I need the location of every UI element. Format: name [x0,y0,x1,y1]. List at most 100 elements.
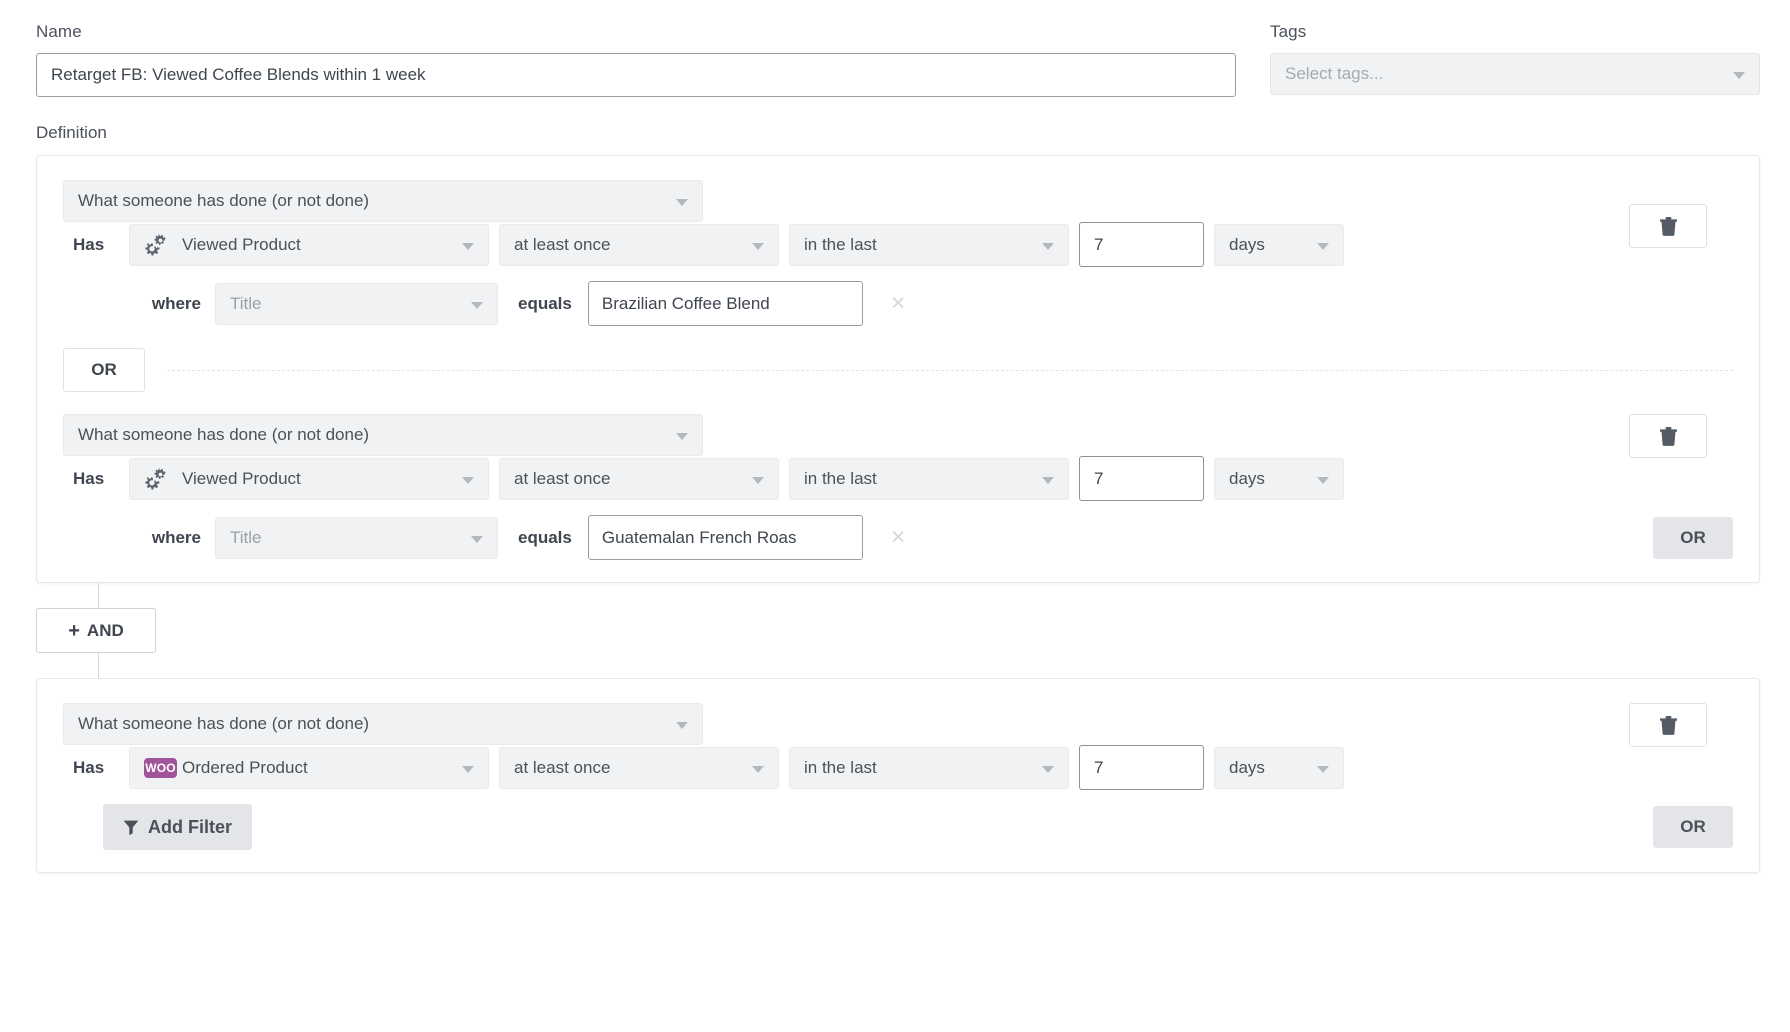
timeframe-unit-select[interactable]: days [1214,224,1344,266]
filter-row: where Title equals Guatemalan French Roa… [63,515,1733,560]
frequency-select[interactable]: at least once [499,747,779,789]
condition-group-card: What someone has done (or not done) Has [36,678,1760,873]
timeframe-select[interactable]: in the last [789,747,1069,789]
condition-block: What someone has done (or not done) Has [63,180,1733,326]
and-label: AND [87,621,124,641]
add-filter-row: Add Filter OR [63,804,1733,850]
remove-filter-icon[interactable]: × [885,525,912,550]
woocommerce-icon: WOO [144,758,177,778]
metric-row: Has WOO Ordered Product at least once in… [63,745,1733,790]
metric-row: Has Viewed Product [63,222,1733,267]
condition-block: What someone has done (or not done) Has [63,414,1733,560]
remove-filter-icon[interactable]: × [885,291,912,316]
has-label: Has [63,469,119,489]
filter-attribute-value: Title [230,294,262,314]
timeframe-value: in the last [804,758,877,778]
timeframe-select[interactable]: in the last [789,458,1069,500]
chevron-down-icon [676,199,688,206]
metric-value: Viewed Product [182,469,301,489]
chevron-down-icon [676,433,688,440]
chevron-down-icon [752,477,764,484]
metric-select[interactable]: Viewed Product [129,224,489,266]
filter-row: where Title equals Brazilian Coffee Blen… [63,281,1733,326]
name-input[interactable]: Retarget FB: Viewed Coffee Blends within… [36,53,1236,97]
timeframe-unit-select[interactable]: days [1214,747,1344,789]
condition-type-value: What someone has done (or not done) [78,191,369,211]
chevron-down-icon [1042,766,1054,773]
frequency-value: at least once [514,235,610,255]
timeframe-amount-input[interactable]: 7 [1079,222,1204,267]
add-filter-button[interactable]: Add Filter [103,804,252,850]
chevron-down-icon [1317,766,1329,773]
metric-row: Has Viewed Product [63,456,1733,501]
add-or-button[interactable]: OR [1653,806,1733,848]
add-filter-label: Add Filter [148,817,232,838]
filter-icon [123,820,139,835]
metric-select[interactable]: WOO Ordered Product [129,747,489,789]
condition-tree: What someone has done (or not done) Has [36,155,1760,873]
where-label: where [113,528,205,548]
chevron-down-icon [1317,477,1329,484]
timeframe-select[interactable]: in the last [789,224,1069,266]
add-or-button[interactable]: OR [1653,517,1733,559]
metric-value: Ordered Product [182,758,308,778]
chevron-down-icon [1317,243,1329,250]
metric-value: Viewed Product [182,235,301,255]
filter-attribute-select[interactable]: Title [215,283,498,325]
filter-attribute-select[interactable]: Title [215,517,498,559]
chevron-down-icon [676,722,688,729]
chevron-down-icon [462,766,474,773]
metric-select[interactable]: Viewed Product [129,458,489,500]
form-top-row: Name Retarget FB: Viewed Coffee Blends w… [0,0,1790,97]
condition-block: What someone has done (or not done) Has [63,703,1733,850]
name-field-group: Name Retarget FB: Viewed Coffee Blends w… [36,22,1236,97]
chevron-down-icon [752,766,764,773]
frequency-select[interactable]: at least once [499,224,779,266]
filter-operator-label: equals [508,294,578,314]
condition-type-row: What someone has done (or not done) [63,703,1733,745]
condition-type-row: What someone has done (or not done) [63,414,1733,456]
tags-placeholder: Select tags... [1285,64,1383,84]
chevron-down-icon [1733,72,1745,79]
segment-definition-page: Name Retarget FB: Viewed Coffee Blends w… [0,0,1790,1032]
or-separator: OR [63,348,1733,392]
tags-select[interactable]: Select tags... [1270,53,1760,95]
timeframe-amount-input[interactable]: 7 [1079,745,1204,790]
condition-type-select[interactable]: What someone has done (or not done) [63,180,703,222]
cogs-icon [144,468,168,490]
filter-attribute-value: Title [230,528,262,548]
filter-value-input[interactable]: Guatemalan French Roas [588,515,863,560]
timeframe-amount-input[interactable]: 7 [1079,456,1204,501]
condition-type-select[interactable]: What someone has done (or not done) [63,414,703,456]
delete-condition-button[interactable] [1629,204,1707,248]
timeframe-value: in the last [804,235,877,255]
add-and-button[interactable]: + AND [36,608,156,653]
name-label: Name [36,22,1236,42]
timeframe-unit-value: days [1229,235,1265,255]
chevron-down-icon [471,536,483,543]
trash-icon [1660,427,1677,446]
chevron-down-icon [752,243,764,250]
chevron-down-icon [1042,477,1054,484]
condition-type-select[interactable]: What someone has done (or not done) [63,703,703,745]
or-dashed-line [167,370,1733,371]
condition-group-card: What someone has done (or not done) Has [36,155,1760,583]
delete-condition-button[interactable] [1629,703,1707,747]
frequency-select[interactable]: at least once [499,458,779,500]
or-button[interactable]: OR [63,348,145,392]
chevron-down-icon [471,302,483,309]
add-filter-wrap: Add Filter [63,804,252,850]
frequency-value: at least once [514,469,610,489]
filter-value-input[interactable]: Brazilian Coffee Blend [588,281,863,326]
tags-field-group: Tags Select tags... [1270,22,1760,97]
tags-label: Tags [1270,22,1760,42]
definition-section: Definition What someone has done (or not… [0,97,1790,873]
condition-type-row: What someone has done (or not done) [63,180,1733,222]
timeframe-unit-select[interactable]: days [1214,458,1344,500]
delete-condition-button[interactable] [1629,414,1707,458]
chevron-down-icon [462,243,474,250]
chevron-down-icon [462,477,474,484]
condition-type-value: What someone has done (or not done) [78,714,369,734]
timeframe-unit-value: days [1229,469,1265,489]
frequency-value: at least once [514,758,610,778]
